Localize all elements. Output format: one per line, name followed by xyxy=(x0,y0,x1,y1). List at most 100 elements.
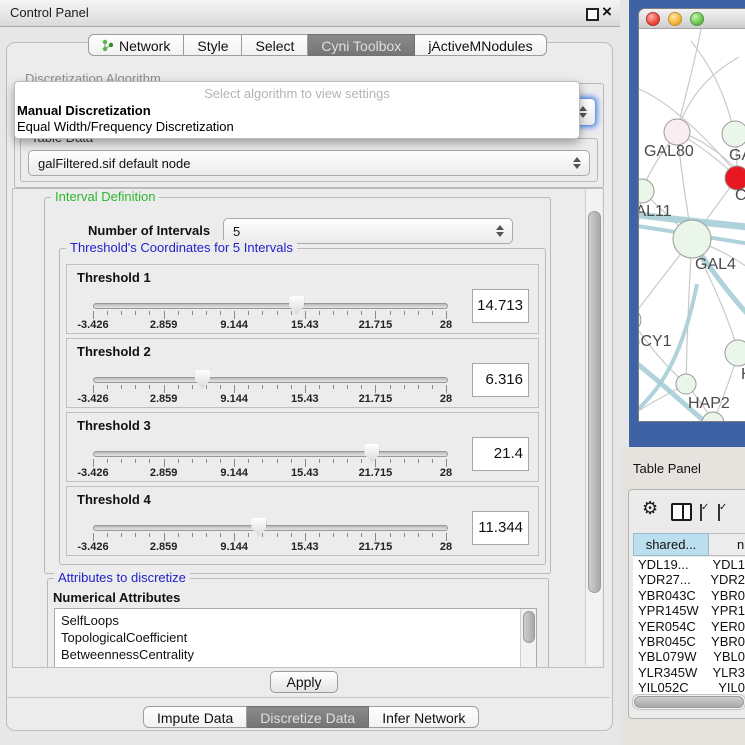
table-row[interactable]: YBR043CYBR0 xyxy=(633,588,745,603)
bottom-separator xyxy=(7,697,610,698)
attributes-group: Attributes to discretize Numerical Attri… xyxy=(47,578,549,668)
table-row[interactable]: YDR27...YDR2 xyxy=(633,572,745,587)
table-data-value: galFiltered.sif default node xyxy=(29,156,572,171)
attribute-item[interactable]: BetweennessCentrality xyxy=(55,646,536,663)
checkbox-icon[interactable] xyxy=(718,504,720,521)
attribute-item[interactable]: TopologicalCoefficient xyxy=(55,629,536,646)
table-hscrollbar[interactable] xyxy=(632,694,745,710)
table-row[interactable]: YBL079WYBL0 xyxy=(633,649,745,664)
network-node-GAL4[interactable] xyxy=(673,220,711,258)
network-icon xyxy=(102,36,114,58)
network-edge[interactable] xyxy=(677,29,701,132)
tab-select[interactable]: Select xyxy=(242,34,308,56)
cell-shared-name: YDR27... xyxy=(633,572,700,587)
settings-scrollbar[interactable] xyxy=(585,189,602,665)
network-node-label: GAL80 xyxy=(644,143,694,160)
attributes-scrollbar-thumb[interactable] xyxy=(523,611,535,643)
threshold-value-field[interactable]: 11.344 xyxy=(472,511,529,545)
bottom-tabbar: Impute Data Discretize Data Infer Networ… xyxy=(143,706,479,728)
popup-option-manual-discretization[interactable]: Manual Discretization xyxy=(15,103,579,119)
gear-icon[interactable]: ⚙ xyxy=(642,499,658,517)
table-data-select[interactable]: galFiltered.sif default node xyxy=(28,150,590,176)
network-node-node-H[interactable] xyxy=(725,340,745,366)
table-hscrollbar-thumb[interactable] xyxy=(634,696,744,708)
tab-discretize-data[interactable]: Discretize Data xyxy=(247,706,369,728)
settings-scrollbar-thumb[interactable] xyxy=(588,211,601,593)
network-node-node-topright[interactable] xyxy=(722,121,745,147)
threshold-value-field[interactable]: 14.713 xyxy=(472,289,529,323)
numerical-attributes-list[interactable]: SelfLoopsTopologicalCoefficientBetweenne… xyxy=(54,608,537,668)
network-node-label: GAL11 xyxy=(639,203,672,220)
threshold-row: Threshold 2-3.4262.8599.14415.4321.71528… xyxy=(66,338,539,408)
network-node-label: H xyxy=(741,366,745,383)
tab-impute-data[interactable]: Impute Data xyxy=(143,706,247,728)
slider-track[interactable] xyxy=(93,525,448,531)
cell-shared-name: YBR045C xyxy=(633,634,701,649)
algorithm-dropdown-popup: Select algorithm to view settings Manual… xyxy=(14,81,580,139)
slider-track[interactable] xyxy=(93,377,448,383)
tab-network[interactable]: Network xyxy=(88,34,184,56)
slider-track[interactable] xyxy=(93,451,448,457)
network-canvas[interactable]: GAL80GACGAL11GAL4GCY1HHAP2 xyxy=(639,29,745,421)
network-node-label: C xyxy=(735,187,745,204)
table-rows: YDL19...YDL1YDR27...YDR2YBR043CYBR0YPR14… xyxy=(633,557,745,694)
network-edge[interactable] xyxy=(691,41,735,135)
cell-name: YIL0 xyxy=(708,680,745,694)
table-row[interactable]: YER054CYER0 xyxy=(633,619,745,634)
network-view-window[interactable]: GAL80GACGAL11GAL4GCY1HHAP2 xyxy=(638,8,745,422)
cell-name: YPR1 xyxy=(701,603,745,618)
apply-button[interactable]: Apply xyxy=(270,671,338,693)
numerical-attributes-label: Numerical Attributes xyxy=(53,590,180,605)
network-node-GAL80[interactable] xyxy=(664,119,690,145)
close-traffic-light-icon[interactable] xyxy=(646,12,660,26)
float-window-icon[interactable] xyxy=(586,8,599,21)
settings-scrollpane: Interval Definition Number of Intervals … xyxy=(12,188,604,668)
minimize-traffic-light-icon[interactable] xyxy=(668,12,682,26)
attribute-item[interactable]: SelfLoops xyxy=(55,612,536,629)
interval-definition-group: Interval Definition Number of Intervals … xyxy=(44,197,551,574)
number-of-intervals-value: 5 xyxy=(224,224,495,239)
tab-infer-network[interactable]: Infer Network xyxy=(369,706,479,728)
checkbox-icon[interactable] xyxy=(700,504,702,521)
tab-style[interactable]: Style xyxy=(184,34,242,56)
columns-icon[interactable] xyxy=(671,503,692,521)
threshold-row: Threshold 1-3.4262.8599.14415.4321.71528… xyxy=(66,264,539,334)
threshold-row: Threshold 4-3.4262.8599.14415.4321.71528… xyxy=(66,486,539,556)
tab-jactivemnodules[interactable]: jActiveMNodules xyxy=(415,34,546,56)
slider-tick-labels: -3.4262.8599.14415.4321.71528 xyxy=(93,541,446,553)
table-row[interactable]: YIL052CYIL0 xyxy=(633,680,745,694)
network-window-titlebar[interactable] xyxy=(639,9,745,29)
threshold-value-field[interactable]: 21.4 xyxy=(472,437,529,471)
tab-network-label: Network xyxy=(119,38,170,54)
cell-name: YLR3 xyxy=(702,665,745,680)
table-row[interactable]: YBR045CYBR0 xyxy=(633,634,745,649)
popup-option-equal-width-frequency[interactable]: Equal Width/Frequency Discretization xyxy=(15,119,579,135)
column-header-name[interactable]: n xyxy=(709,533,745,556)
column-header-shared[interactable]: shared... xyxy=(633,533,709,556)
cell-shared-name: YPR145W xyxy=(633,603,701,618)
attributes-list-scrollbar[interactable] xyxy=(520,609,536,668)
threshold-row: Threshold 3-3.4262.8599.14415.4321.71528… xyxy=(66,412,539,482)
close-icon[interactable]: × xyxy=(602,2,612,22)
top-tabbar: Network Style Select Cyni Toolbox jActiv… xyxy=(88,34,547,56)
number-of-intervals-label: Number of Intervals xyxy=(88,223,210,238)
tab-cyni-toolbox[interactable]: Cyni Toolbox xyxy=(308,34,415,56)
threshold-value-field[interactable]: 6.316 xyxy=(472,363,529,397)
screen: Control Panel × Network Style Select Cyn… xyxy=(0,0,745,745)
slider-track[interactable] xyxy=(93,303,448,309)
network-node-HAP2[interactable] xyxy=(676,374,696,394)
network-node-node-bottom[interactable] xyxy=(702,412,724,421)
control-panel-titlebar: Control Panel × xyxy=(0,0,620,27)
network-node-GCY1[interactable] xyxy=(639,309,641,331)
zoom-traffic-light-icon[interactable] xyxy=(690,12,704,26)
table-row[interactable]: YPR145WYPR1 xyxy=(633,603,745,618)
threshold-label: Threshold 2 xyxy=(77,344,151,359)
table-header: shared... n xyxy=(633,533,745,556)
cell-name: YDR2 xyxy=(700,572,745,587)
table-row[interactable]: YDL19...YDL1 xyxy=(633,557,745,572)
network-node-label: GA xyxy=(729,147,745,164)
interval-definition-label: Interval Definition xyxy=(51,189,159,204)
cell-name: YBR0 xyxy=(701,588,745,603)
table-row[interactable]: YLR345WYLR3 xyxy=(633,665,745,680)
spinner-arrows-icon xyxy=(572,157,581,169)
